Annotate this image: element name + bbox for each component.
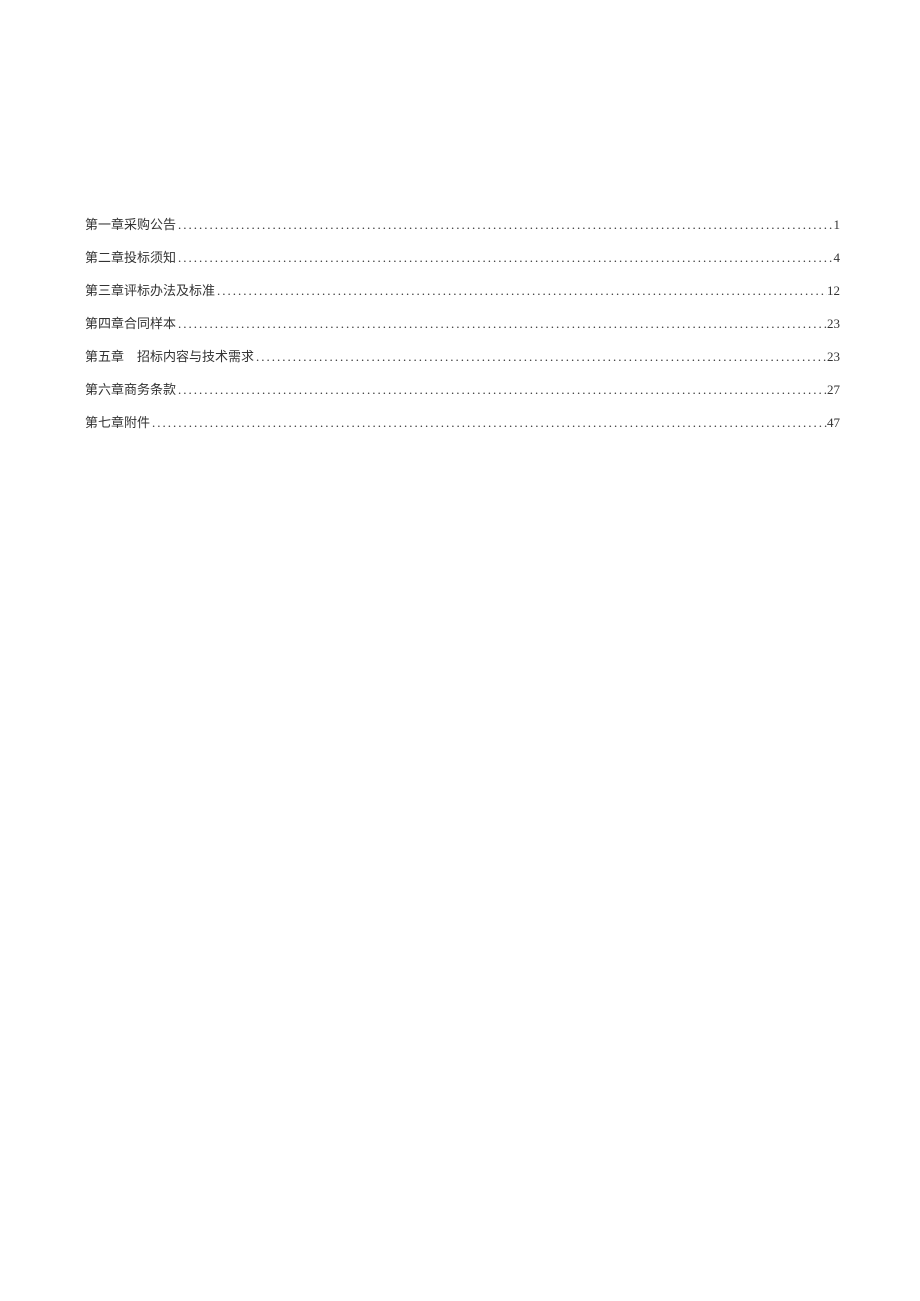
toc-title: 第三章评标办法及标准 (85, 284, 215, 297)
toc-title: 第四章合同样本 (85, 317, 176, 330)
toc-title: 第六章商务条款 (85, 383, 176, 396)
toc-entry: 第五章 招标内容与技术需求 23 (85, 350, 840, 363)
toc-leader-dots (215, 284, 827, 297)
toc-page-number: 1 (834, 218, 841, 231)
toc-entry: 第一章采购公告 1 (85, 218, 840, 231)
toc-title: 第一章采购公告 (85, 218, 176, 231)
toc-entry: 第六章商务条款 27 (85, 383, 840, 396)
toc-page-number: 23 (827, 317, 840, 330)
toc-title: 第二章投标须知 (85, 251, 176, 264)
toc-leader-dots (176, 317, 827, 330)
toc-page-number: 12 (827, 284, 840, 297)
toc-page: 第一章采购公告 1 第二章投标须知 4 第三章评标办法及标准 12 第四章合同样… (0, 0, 920, 429)
toc-leader-dots (176, 218, 833, 231)
toc-leader-dots (176, 383, 827, 396)
toc-entry: 第四章合同样本 23 (85, 317, 840, 330)
toc-leader-dots (254, 350, 827, 363)
toc-title: 第五章 招标内容与技术需求 (85, 350, 254, 363)
toc-page-number: 23 (827, 350, 840, 363)
toc-entry: 第三章评标办法及标准 12 (85, 284, 840, 297)
toc-leader-dots (150, 416, 827, 429)
toc-page-number: 4 (834, 251, 841, 264)
toc-leader-dots (176, 251, 833, 264)
toc-page-number: 47 (827, 416, 840, 429)
toc-entry: 第七章附件 47 (85, 416, 840, 429)
toc-title: 第七章附件 (85, 416, 150, 429)
toc-page-number: 27 (827, 383, 840, 396)
toc-entry: 第二章投标须知 4 (85, 251, 840, 264)
